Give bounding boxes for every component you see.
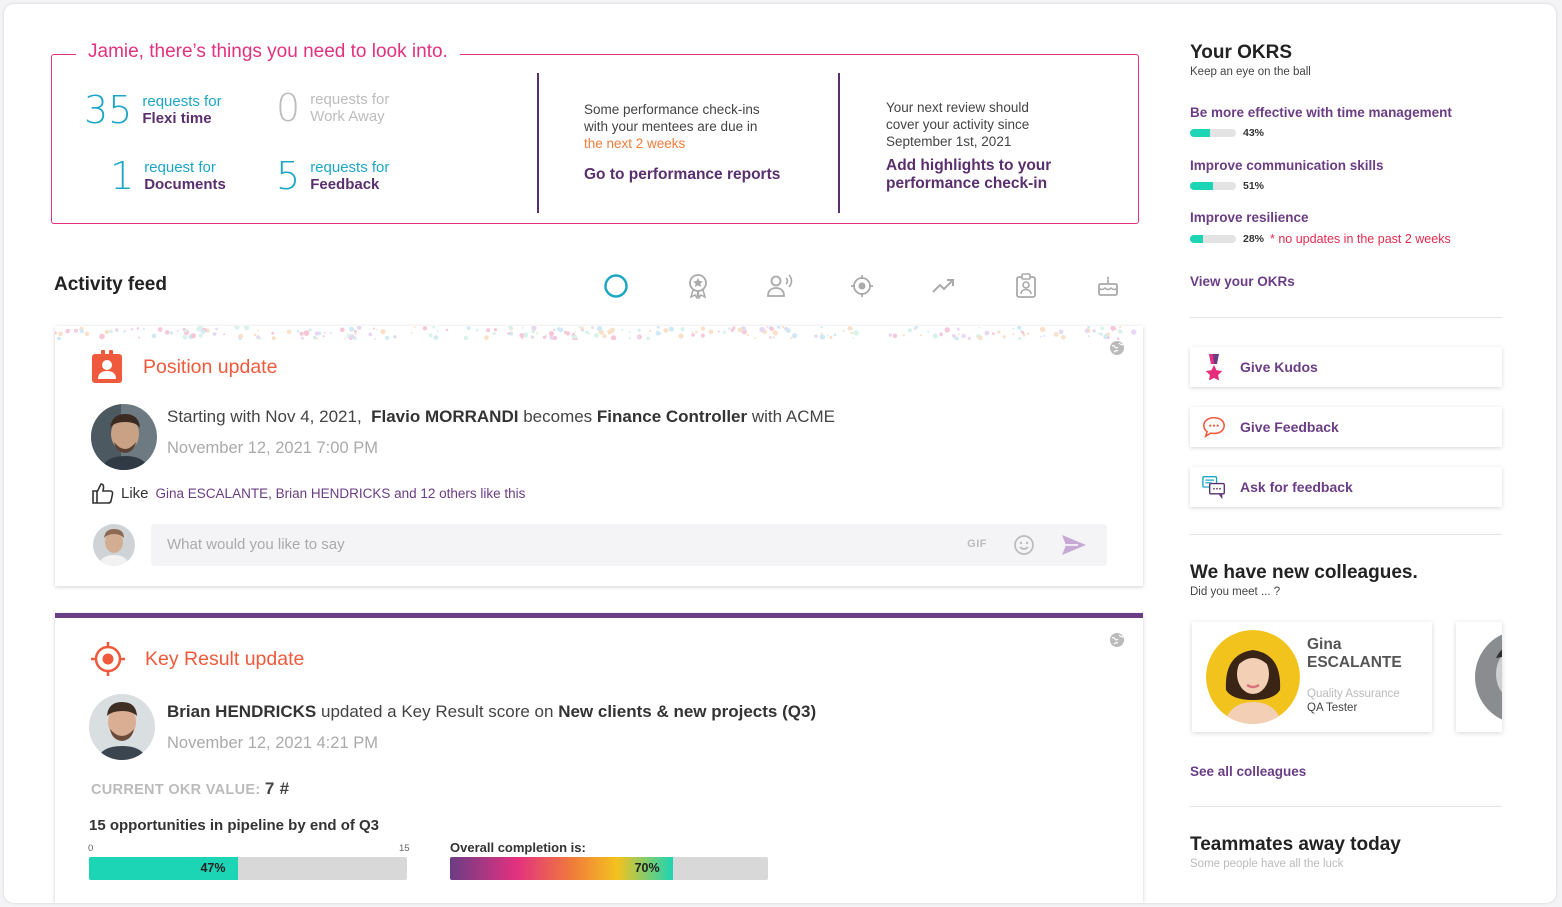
okr-item[interactable]: Be more effective with time management 4…: [1190, 105, 1510, 139]
cake-icon[interactable]: [1094, 272, 1122, 300]
app-window: Jamie, there’s things you need to look i…: [4, 4, 1556, 903]
comment-box[interactable]: What would you like to say GIF: [151, 524, 1107, 566]
ask-for-feedback-button[interactable]: Ask for feedback: [1190, 467, 1502, 507]
award-icon[interactable]: [684, 272, 712, 300]
progress-label: 47%: [200, 861, 226, 875]
okr-progress-bar: [1190, 129, 1236, 137]
stat-work-away[interactable]: 0 requests for Work Away: [276, 89, 389, 127]
divider: [1190, 806, 1502, 807]
ask-feedback-chat-icon: [1202, 475, 1226, 500]
teammates-away-subtitle: Some people have all the luck: [1190, 858, 1344, 870]
emoji-icon[interactable]: [1013, 534, 1035, 556]
okrs-subtitle: Keep an eye on the ball: [1190, 66, 1311, 78]
globe-icon[interactable]: [1109, 340, 1125, 356]
all-circle-icon[interactable]: [602, 272, 630, 300]
see-all-colleagues-link[interactable]: See all colleagues: [1190, 764, 1306, 779]
like-row: Like Gina ESCALANTE, Brian HENDRICKS and…: [91, 482, 525, 504]
okr-warning: * no updates in the past 2 weeks: [1270, 232, 1451, 246]
divider: [537, 73, 539, 213]
card-header: Position update: [91, 350, 277, 384]
colleague-role: QA Tester: [1307, 702, 1358, 714]
overall-completion-label: Overall completion is:: [450, 840, 586, 855]
avatar-brian[interactable]: [89, 694, 155, 760]
key-result-goal: 15 opportunities in pipeline by end of Q…: [89, 817, 380, 834]
kudos-medal-icon: [1202, 354, 1226, 380]
okr-progress-bar: [1190, 182, 1236, 190]
attention-title: Jamie, there’s things you need to look i…: [76, 41, 460, 63]
current-okr-value: CURRENT OKR VALUE: 7 #: [91, 779, 290, 798]
give-feedback-button[interactable]: Give Feedback: [1190, 407, 1502, 447]
avatar-partial: [1475, 634, 1502, 720]
okr-item[interactable]: Improve resilience 28% * no updates in th…: [1190, 210, 1510, 246]
overall-label: 70%: [634, 861, 660, 875]
target-icon: [91, 642, 125, 676]
trend-up-icon[interactable]: [930, 272, 958, 300]
colleague-department: Quality Assurance: [1307, 688, 1400, 700]
divider: [1190, 534, 1502, 535]
comment-input[interactable]: What would you like to say: [167, 536, 345, 553]
divider: [838, 73, 840, 213]
scale-min: 0: [88, 843, 94, 854]
teammates-away-title: Teammates away today: [1190, 834, 1401, 855]
new-colleagues-subtitle: Did you meet ... ?: [1190, 586, 1281, 598]
gif-button[interactable]: GIF: [967, 538, 987, 550]
checkins-block: Some performance check-ins with your men…: [584, 102, 781, 184]
post-text: Brian HENDRICKS updated a Key Result sco…: [167, 702, 817, 721]
feed-filters: [602, 272, 1122, 300]
post-text: Starting with Nov 4, 2021, Flavio MORRAN…: [167, 407, 835, 426]
confetti-decoration: [55, 326, 1137, 340]
globe-icon[interactable]: [1109, 632, 1125, 648]
activity-feed-title: Activity feed: [54, 274, 167, 295]
add-highlights-link[interactable]: Add highlights to your performance check…: [886, 157, 1051, 193]
colleague-card-partial[interactable]: [1456, 622, 1502, 732]
send-icon[interactable]: [1061, 534, 1087, 556]
stat-feedback[interactable]: 5 requests for Feedback: [276, 157, 389, 195]
card-header: Key Result update: [91, 642, 304, 676]
new-colleagues-title: We have new colleagues.: [1190, 562, 1418, 583]
key-result-update-card: Key Result update Brian HENDRICKS update…: [55, 613, 1143, 903]
clipboard-user-icon[interactable]: [1012, 272, 1040, 300]
okrs-title: Your OKRS: [1190, 42, 1293, 63]
attention-panel: Jamie, there’s things you need to look i…: [51, 41, 1139, 224]
colleague-name: Gina ESCALANTE: [1307, 636, 1402, 671]
thumbs-up-icon[interactable]: [91, 482, 115, 504]
like-button[interactable]: Like: [121, 485, 149, 502]
performance-reports-link[interactable]: Go to performance reports: [584, 166, 780, 184]
give-kudos-button[interactable]: Give Kudos: [1190, 347, 1502, 387]
okr-item[interactable]: Improve communication skills 51%: [1190, 158, 1510, 192]
target-icon[interactable]: [848, 272, 876, 300]
key-result-link[interactable]: New clients & new projects (Q3): [558, 702, 816, 721]
likers-link[interactable]: Gina ESCALANTE, Brian HENDRICKS and 12 o…: [156, 486, 526, 501]
review-block: Your next review should cover your activ…: [886, 100, 1052, 193]
okr-progress-bar: [1190, 235, 1236, 243]
view-okrs-link[interactable]: View your OKRs: [1190, 274, 1295, 289]
post-timestamp: November 12, 2021 4:21 PM: [167, 734, 378, 752]
voice-user-icon[interactable]: [766, 272, 794, 300]
divider: [1190, 317, 1502, 318]
card-type-title: Key Result update: [145, 647, 305, 670]
post-timestamp: November 12, 2021 7:00 PM: [167, 439, 378, 457]
scale-max: 15: [399, 843, 410, 854]
colleague-card[interactable]: Gina ESCALANTE Quality Assurance QA Test…: [1192, 622, 1432, 732]
avatar-gina: [1206, 630, 1300, 724]
feedback-bubble-icon: [1202, 415, 1226, 439]
avatar-current-user: [93, 524, 135, 566]
stat-documents[interactable]: 1 request for Documents: [110, 157, 226, 195]
person-link[interactable]: Brian HENDRICKS: [167, 702, 316, 721]
position-badge-icon: [92, 350, 122, 383]
card-type-title: Position update: [143, 355, 278, 378]
overall-completion-bar: 70%: [450, 857, 768, 880]
avatar-flavio[interactable]: [91, 404, 157, 470]
stat-flexi-time[interactable]: 35 requests for Flexi time: [84, 91, 222, 129]
person-link[interactable]: Flavio MORRANDI: [371, 407, 518, 426]
key-result-progress-bar: 47%: [89, 857, 407, 880]
position-update-card: Position update Starting with Nov 4, 202…: [55, 326, 1143, 586]
